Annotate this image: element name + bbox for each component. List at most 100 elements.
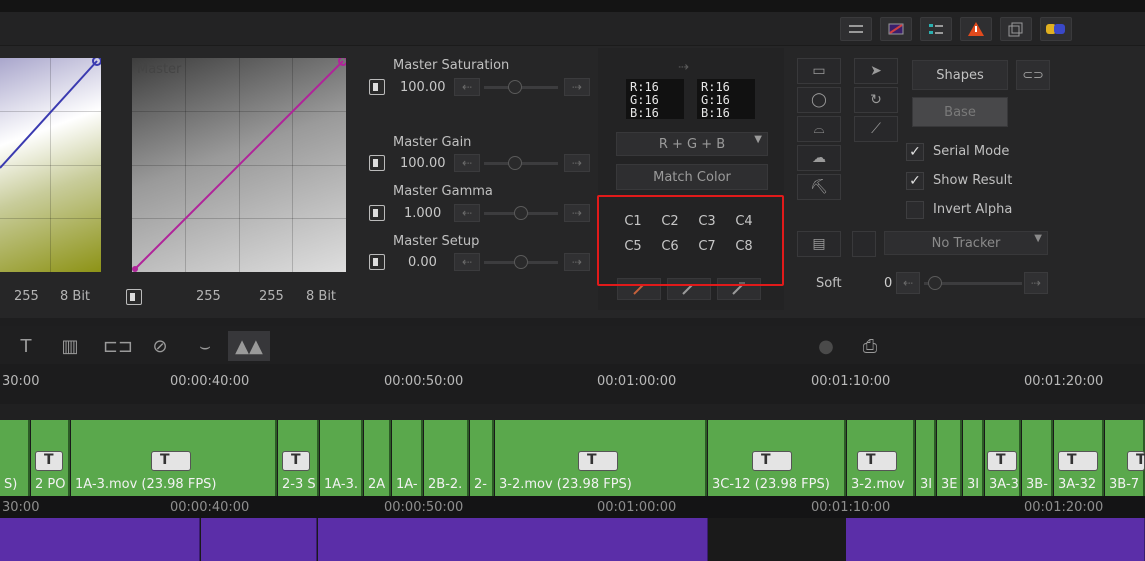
master-curve-value-a: 255	[196, 289, 221, 304]
master-gamma-decrease[interactable]: ⇠	[454, 204, 480, 222]
clip[interactable]: 1A-3.	[320, 420, 363, 496]
master-gamma-label: Master Gamma	[393, 184, 493, 199]
clip-label: 1A-3.	[324, 477, 358, 492]
master-saturation-increase[interactable]: ⇢	[564, 78, 590, 96]
clip[interactable]: 1A-3.mov (23.98 FPS)	[71, 420, 277, 496]
ellipse-shape-icon[interactable]: ◯	[797, 87, 841, 113]
clip[interactable]: 2-	[470, 420, 494, 496]
link-icon[interactable]: ⊂⊃	[1016, 60, 1050, 90]
invert-alpha-checkbox[interactable]	[906, 201, 924, 219]
master-gain-increase[interactable]: ⇢	[564, 154, 590, 172]
scope-icon[interactable]	[880, 17, 912, 41]
select-pointer-icon[interactable]: ➤	[854, 58, 898, 84]
show-result-checkbox[interactable]: ✓	[906, 172, 924, 190]
master-setup-knob[interactable]	[514, 255, 528, 269]
clip[interactable]: 3-2.mov (23.98 FPS)	[495, 420, 707, 496]
serial-mode-label: Serial Mode	[933, 144, 1010, 159]
master-gamma-reset[interactable]	[369, 205, 385, 221]
matte-icon[interactable]: ▥	[58, 334, 82, 358]
clip[interactable]: 3B-7	[1105, 420, 1145, 496]
polygon-shape-icon[interactable]: ⌓	[797, 116, 841, 142]
tracker-panel-icon[interactable]: ▤	[797, 231, 841, 257]
clip-label: 3-2.mov	[851, 477, 905, 492]
disable-icon[interactable]: ⊘	[148, 334, 172, 358]
master-setup-reset[interactable]	[369, 254, 385, 270]
clip[interactable]: 3I	[963, 420, 984, 496]
master-gain-knob[interactable]	[508, 156, 522, 170]
list-icon[interactable]	[920, 17, 952, 41]
master-gain-decrease[interactable]: ⇠	[454, 154, 480, 172]
soft-value[interactable]: 0	[884, 276, 892, 291]
audio-clip[interactable]	[201, 518, 317, 561]
clip[interactable]: 2A	[364, 420, 391, 496]
color-swatch-icon[interactable]	[1040, 17, 1072, 41]
clip[interactable]: 3A-3	[985, 420, 1021, 496]
clip-label: 3A-32	[1058, 477, 1097, 492]
clip[interactable]: 3-2.mov	[847, 420, 915, 496]
clip[interactable]: 2B-2.	[424, 420, 469, 496]
rgb-mode-select[interactable]: R + G + B ▼	[616, 132, 768, 156]
clip[interactable]: 3I	[916, 420, 936, 496]
text-tool-icon[interactable]: T	[14, 334, 38, 358]
warning-icon[interactable]	[960, 17, 992, 41]
brush-icon[interactable]: ⛏	[797, 174, 841, 200]
clip[interactable]: 3E	[937, 420, 962, 496]
base-button[interactable]: Base	[912, 97, 1008, 127]
master-gamma-value[interactable]: 1.000	[404, 206, 441, 221]
curve-tool-icon[interactable]: ⌣	[191, 334, 219, 358]
master-setup-decrease[interactable]: ⇠	[454, 253, 480, 271]
ruler-tick-5: 00:01:20:00	[1024, 374, 1104, 389]
ruler-tick-0: 30:00	[2, 374, 40, 389]
master-gamma-knob[interactable]	[514, 206, 528, 220]
audio-clip[interactable]	[0, 518, 200, 561]
clip[interactable]: 3B-	[1022, 420, 1053, 496]
export-icon[interactable]: ⎙	[850, 334, 890, 358]
pen-icon[interactable]: ⟋	[854, 116, 898, 142]
shapes-tool-icon[interactable]: ▲▲	[228, 331, 270, 361]
clip[interactable]: S)	[0, 420, 30, 496]
master-setup-value[interactable]: 0.00	[408, 255, 437, 270]
clip[interactable]: 2-3 S	[278, 420, 319, 496]
clip[interactable]: 3C-12 (23.98 FPS)	[708, 420, 846, 496]
audio-track	[0, 518, 1145, 561]
window-top-strip	[0, 0, 1145, 12]
master-saturation-reset[interactable]	[369, 79, 385, 95]
master-gain-value[interactable]: 100.00	[400, 156, 446, 171]
record-icon[interactable]: ●	[812, 334, 840, 358]
tracker-value: No Tracker	[931, 235, 1001, 251]
clip[interactable]: 1A-	[392, 420, 423, 496]
curve-shape-icon[interactable]: ☁	[797, 145, 841, 171]
audio-clip[interactable]	[318, 518, 708, 561]
soft-knob[interactable]	[928, 276, 942, 290]
sliders-icon[interactable]	[840, 17, 872, 41]
clip[interactable]: 3A-32	[1054, 420, 1104, 496]
source-b: B:16	[630, 106, 659, 120]
match-color-button[interactable]: Match Color	[616, 164, 768, 190]
clip[interactable]: 2 PO	[31, 420, 70, 496]
soft-increase[interactable]: ⇢	[1024, 272, 1048, 294]
copy-icon[interactable]	[1000, 17, 1032, 41]
shapes-button[interactable]: Shapes	[912, 60, 1008, 90]
serial-mode-checkbox[interactable]: ✓	[906, 143, 924, 161]
tracker-toggle[interactable]	[852, 231, 876, 257]
master-setup-increase[interactable]: ⇢	[564, 253, 590, 271]
rectangle-shape-icon[interactable]: ▭	[797, 58, 841, 84]
master-gain-reset[interactable]	[369, 155, 385, 171]
master-gain-label: Master Gain	[393, 135, 472, 150]
ruler2-tick-4: 00:01:10:00	[811, 500, 891, 515]
tracker-chevron-down-icon: ▼	[1034, 233, 1042, 244]
audio-clip[interactable]	[846, 518, 1145, 561]
master-gamma-increase[interactable]: ⇢	[564, 204, 590, 222]
title-clip-icon	[35, 451, 63, 471]
custom-curve-left[interactable]	[0, 58, 101, 272]
curve-reset-toggle[interactable]	[126, 289, 142, 305]
rotate-icon[interactable]: ↻	[854, 87, 898, 113]
master-saturation-value[interactable]: 100.00	[400, 80, 446, 95]
master-curve[interactable]: Master	[132, 58, 346, 272]
master-saturation-decrease[interactable]: ⇠	[454, 78, 480, 96]
master-saturation-knob[interactable]	[508, 80, 522, 94]
tracker-select[interactable]: No Tracker ▼	[884, 231, 1048, 255]
clip-icon[interactable]: ⊏⊐	[103, 334, 133, 358]
soft-decrease[interactable]: ⇠	[896, 272, 920, 294]
clip-label: 2 PO	[35, 477, 66, 492]
